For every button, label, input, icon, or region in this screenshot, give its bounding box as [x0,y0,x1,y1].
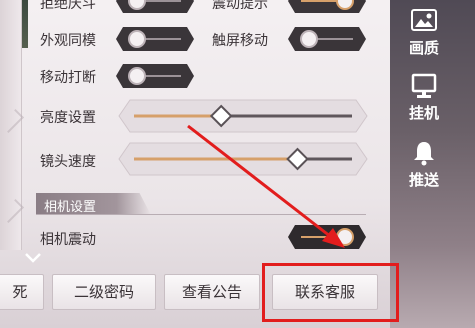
left-panel-edge [0,0,25,250]
left-notch [0,198,25,224]
image-icon [411,9,437,31]
second-password-button[interactable]: 二级密码 [52,274,156,310]
section-title: 相机设置 [44,200,97,215]
reject-team-label: 拒绝庆斗 [40,0,96,12]
highlight-box [262,263,399,322]
touch-move-label: 触屏移动 [212,33,268,49]
view-notice-button[interactable]: 查看公告 [164,274,260,310]
camera-shake-toggle[interactable] [287,224,367,250]
sidebar-item-quality[interactable]: 画质 [400,8,448,58]
bell-icon [414,142,434,166]
vibration-hint-label: 震动提示 [212,0,268,12]
camera-section-header: 相机设置 [36,193,151,215]
brightness-slider[interactable] [118,98,368,134]
reject-team-toggle[interactable] [115,0,195,14]
sidebar-item-label: 推送 [408,171,439,189]
camera-speed-label: 镜头速度 [40,154,96,170]
camera-speed-slider[interactable] [118,141,368,177]
monitor-icon [411,73,437,98]
left-notch [0,108,25,134]
sidebar-item-idle[interactable]: 挂机 [400,73,448,123]
move-interrupt-toggle[interactable] [115,63,195,89]
partial-left-button[interactable]: 死 [0,274,44,310]
appearance-sync-label: 外观同模 [40,33,96,49]
vibration-hint-toggle[interactable] [287,0,367,14]
appearance-sync-toggle[interactable] [115,26,195,52]
sidebar-item-push[interactable]: 推送 [400,140,448,190]
chevron-down-icon[interactable] [24,252,42,264]
section-divider [36,214,366,215]
sidebar-item-label: 画质 [408,39,439,57]
camera-shake-label: 相机震动 [40,232,96,248]
touch-move-toggle[interactable] [287,26,367,52]
move-interrupt-label: 移动打断 [40,70,96,86]
brightness-label: 亮度设置 [40,110,96,126]
sidebar-item-label: 挂机 [408,104,439,122]
